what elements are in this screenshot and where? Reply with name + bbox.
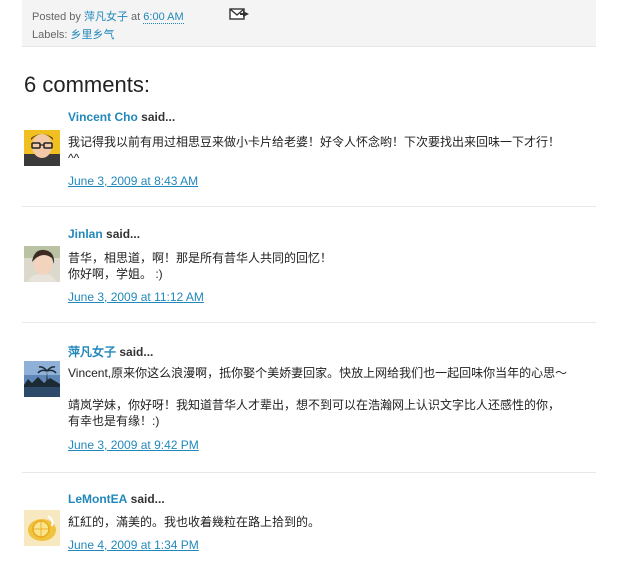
comment-line: 靖岚学妹，你好呀！我知道昔华人才辈出，想不到可以在浩瀚网上认识文字比人还感性的你… (68, 398, 561, 412)
post-author-link[interactable]: 萍凡女子 (84, 11, 128, 23)
comment-author-line: Jinlan said... (68, 227, 140, 241)
comment-divider (22, 472, 596, 473)
comment-line: 你好啊，学姐。 :) (68, 267, 163, 281)
comment-author-line: 萍凡女子 said... (68, 343, 153, 360)
posted-by-label: Posted by (32, 11, 81, 23)
said-label: said... (106, 227, 141, 241)
comment-timestamp-link[interactable]: June 3, 2009 at 11:12 AM (68, 290, 204, 304)
comment-body: Vincent,原来你这么浪漫啊，抵你娶个美娇妻回家。快放上网给我们也一起回味你… (68, 365, 567, 429)
comment-line: 有幸也是有缘！:) (68, 414, 160, 428)
comment-body: 昔华，相思道，啊！那是所有昔华人共同的回忆！ 你好啊，学姐。 :) (68, 250, 332, 282)
comment-timestamp-link[interactable]: June 4, 2009 at 1:34 PM (68, 538, 199, 552)
comment-body: 紅紅的，滿美的。我也收着幾粒在路上拾到的。 (68, 514, 320, 530)
at-label: at (131, 11, 141, 23)
avatar[interactable] (24, 510, 60, 546)
comment-author-line: LeMontEA said... (68, 492, 165, 506)
avatar[interactable] (24, 130, 60, 166)
comment-item: Vincent Cho said... 我记得我以前有用过相思豆来做小卡片给老婆… (24, 110, 594, 190)
comment-line: 昔华，相思道，啊！那是所有昔华人共同的回忆！ (68, 251, 333, 265)
comment-line: Vincent,原来你这么浪漫啊，抵你娶个美娇妻回家。快放上网给我们也一起回味你… (68, 366, 568, 380)
comment-line: 我记得我以前有用过相思豆来做小卡片给老婆！好令人怀念哟！下次要找出来回味一下才行… (68, 135, 561, 149)
comments-heading: 6 comments: (24, 72, 150, 97)
comment-divider (22, 206, 596, 207)
comment-author-line: Vincent Cho said... (68, 110, 175, 124)
label-link[interactable]: 乡里乡气 (71, 29, 115, 41)
comment-item: 萍凡女子 said... Vincent,原来你这么浪漫啊，抵你娶个美娇妻回家。… (24, 343, 594, 453)
comment-item: LeMontEA said... 紅紅的，滿美的。我也收着幾粒在路上拾到的。 J… (24, 492, 594, 558)
comment-author-link[interactable]: Jinlan (68, 227, 103, 241)
comment-author-link[interactable]: LeMontEA (68, 492, 127, 506)
comment-item: Jinlan said... 昔华，相思道，啊！那是所有昔华人共同的回忆！ 你好… (24, 227, 594, 307)
comment-author-link[interactable]: 萍凡女子 (68, 345, 116, 359)
post-time-link[interactable]: 6:00 AM (143, 11, 184, 24)
comment-line: ^^ (68, 151, 80, 165)
post-meta: Posted by 萍凡女子 at 6:00 AM (32, 8, 184, 24)
comment-body: 我记得我以前有用过相思豆来做小卡片给老婆！好令人怀念哟！下次要找出来回味一下才行… (68, 134, 560, 166)
post-labels: Labels: 乡里乡气 (32, 26, 115, 42)
email-post-icon[interactable] (229, 7, 251, 21)
comment-timestamp-link[interactable]: June 3, 2009 at 9:42 PM (68, 438, 199, 452)
avatar[interactable] (24, 361, 60, 397)
post-footer: Posted by 萍凡女子 at 6:00 AM Labels: 乡里乡气 (22, 0, 596, 47)
said-label: said... (141, 110, 176, 124)
avatar[interactable] (24, 246, 60, 282)
comment-line (68, 381, 567, 397)
labels-label: Labels: (32, 29, 68, 41)
said-label: said... (130, 492, 165, 506)
comment-author-link[interactable]: Vincent Cho (68, 110, 138, 124)
comment-timestamp-link[interactable]: June 3, 2009 at 8:43 AM (68, 174, 198, 188)
comment-line: 紅紅的，滿美的。我也收着幾粒在路上拾到的。 (68, 515, 321, 529)
said-label: said... (119, 345, 154, 359)
comment-divider (22, 322, 596, 323)
